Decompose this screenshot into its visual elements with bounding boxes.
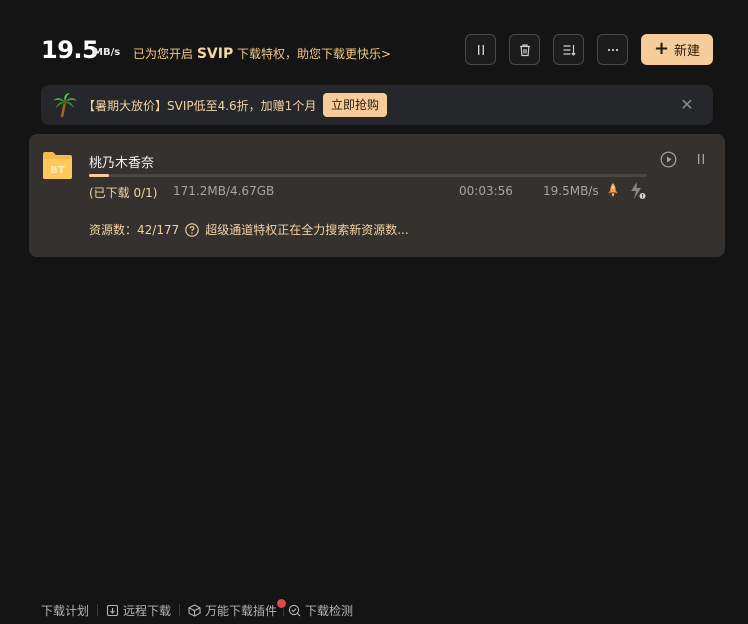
palm-tree-icon xyxy=(53,93,77,118)
pause-icon xyxy=(477,44,484,55)
source-message: 超级通道特权正在全力搜索新资源数... xyxy=(205,223,409,237)
more-icon xyxy=(607,48,618,51)
plus-icon: + xyxy=(653,37,670,59)
svip-prefix: 已为您开启 xyxy=(133,47,197,61)
sort-button[interactable] xyxy=(553,34,584,65)
remote-download-link[interactable]: 远程下载 xyxy=(106,602,171,619)
delete-button[interactable] xyxy=(509,34,540,65)
download-speed-unit: MB/s xyxy=(93,47,121,58)
remote-download-label: 远程下载 xyxy=(123,603,172,618)
source-count: 资源数：42/177 xyxy=(89,223,180,237)
task-progress-fill xyxy=(89,174,110,177)
svip-suffix: 下载特权，助您下载更快乐> xyxy=(233,47,392,61)
task-name: 桃乃木香奈 xyxy=(89,156,155,171)
source-info-row: 资源数：42/177 超级通道特权正在全力搜索新资源数... xyxy=(89,221,409,238)
task-progress-bar xyxy=(89,174,647,177)
bt-folder-icon: BT xyxy=(43,152,72,179)
lightning-boost-icon[interactable] xyxy=(628,181,648,201)
play-icon[interactable] xyxy=(660,151,677,168)
download-manager-window: 19.5 MB/s 已为您开启 SVIP 下载特权，助您下载更快乐> + 新建 … xyxy=(0,0,748,624)
bt-folder-text: BT xyxy=(50,165,65,176)
bottom-bar: 下载计划 远程下载 万能下载插件 下载检测 xyxy=(41,602,353,618)
promo-banner: 【暑期大放价】SVIP低至4.6折，加赠1个月 立即抢购 ✕ xyxy=(41,85,713,125)
task-size: 171.2MB/4.67GB xyxy=(173,184,275,198)
help-icon[interactable] xyxy=(185,222,199,237)
sort-icon xyxy=(563,44,576,56)
pause-all-button[interactable] xyxy=(465,34,496,65)
rocket-icon[interactable] xyxy=(605,182,621,198)
download-plugin-link[interactable]: 万能下载插件 xyxy=(188,602,277,619)
download-task-card[interactable]: BT 桃乃木香奈 (已下载 0/1) 171.2MB/4.67GB 00:03:… xyxy=(29,134,725,257)
task-pause-icon[interactable] xyxy=(693,151,709,167)
download-schedule-label: 下载计划 xyxy=(41,603,90,618)
download-check-link[interactable]: 下载检测 xyxy=(288,602,353,619)
check-search-icon xyxy=(288,604,301,616)
task-status: (已下载 0/1) xyxy=(89,186,158,200)
svip-privilege-link[interactable]: 已为您开启 SVIP 下载特权，助您下载更快乐> xyxy=(133,45,391,62)
download-speed-value: 19.5 xyxy=(41,36,99,64)
cube-icon xyxy=(188,603,201,617)
remote-download-icon xyxy=(106,604,119,616)
divider xyxy=(179,604,181,616)
download-check-label: 下载检测 xyxy=(305,603,354,618)
close-icon[interactable]: ✕ xyxy=(679,97,695,113)
buy-now-button[interactable]: 立即抢购 xyxy=(323,93,387,117)
download-plugin-label: 万能下载插件 xyxy=(205,603,278,618)
task-speed: 19.5MB/s xyxy=(543,184,599,198)
svip-word: SVIP xyxy=(196,46,234,62)
trash-icon xyxy=(519,43,530,56)
promo-text: 【暑期大放价】SVIP低至4.6折，加赠1个月 xyxy=(83,99,317,113)
notification-dot xyxy=(276,598,287,609)
new-button-label: 新建 xyxy=(674,44,701,59)
task-time-left: 00:03:56 xyxy=(459,184,513,198)
divider xyxy=(97,604,99,616)
download-schedule-link[interactable]: 下载计划 xyxy=(41,602,89,619)
new-download-button[interactable]: + 新建 xyxy=(641,34,713,65)
more-options-button[interactable] xyxy=(597,34,628,65)
